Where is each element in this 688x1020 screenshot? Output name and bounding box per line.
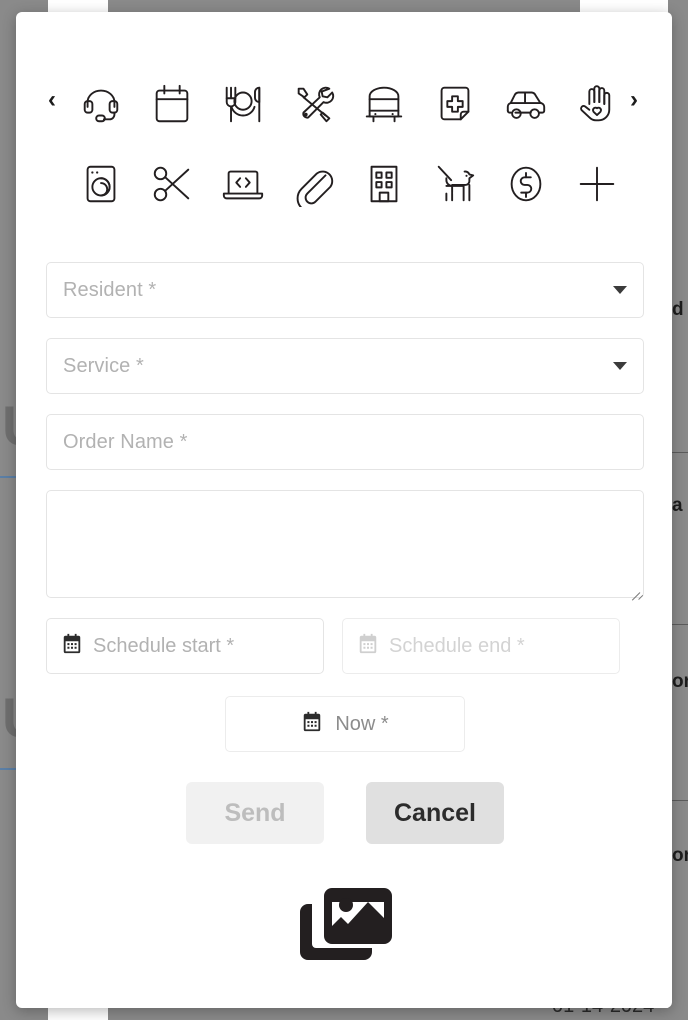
calendar-icon: [61, 633, 83, 660]
carousel-prev-arrow[interactable]: ‹: [38, 80, 66, 120]
schedule-row: Schedule start * Schedule end *: [46, 618, 644, 674]
calendar-icon: [357, 633, 379, 660]
background-rule: [672, 624, 688, 625]
chevron-down-icon[interactable]: [613, 362, 627, 370]
icon-option-medical-document[interactable]: [420, 78, 491, 130]
action-buttons: Send Cancel: [46, 782, 644, 844]
icon-option-building[interactable]: [349, 158, 420, 210]
laptop-code-icon: [220, 161, 266, 207]
icon-option-tools[interactable]: [278, 78, 349, 130]
medical-document-icon: [432, 81, 478, 127]
calendar-icon: [149, 81, 195, 127]
schedule-start-input[interactable]: Schedule start *: [46, 618, 324, 674]
notes-textarea[interactable]: [46, 490, 644, 601]
car-icon: [503, 81, 549, 127]
now-button[interactable]: Now *: [225, 696, 465, 752]
textarea-resize-handle[interactable]: [628, 582, 644, 601]
order-name-input[interactable]: Order Name *: [46, 414, 644, 470]
washing-machine-icon: [78, 161, 124, 207]
now-row: Now *: [46, 696, 644, 752]
now-button-label: Now *: [335, 712, 389, 735]
background-text-fragment: d: [672, 299, 684, 320]
chevron-down-icon[interactable]: [613, 286, 627, 294]
resident-select[interactable]: Resident *: [46, 262, 644, 318]
service-select-placeholder: Service *: [63, 354, 144, 377]
dog-leash-icon: [432, 161, 478, 207]
bus-icon: [361, 81, 407, 127]
background-rule: [672, 800, 688, 801]
icon-option-paperclip[interactable]: [278, 158, 349, 210]
new-order-modal: ‹ › Resident * Service * Order Name * Sc…: [16, 12, 672, 1008]
icon-option-calendar[interactable]: [137, 78, 208, 130]
icon-option-helping-hand[interactable]: [561, 78, 632, 130]
service-icon-carousel: ‹ ›: [16, 12, 672, 207]
icon-grid: [66, 78, 632, 210]
icon-option-plus[interactable]: [561, 158, 632, 210]
cancel-button[interactable]: Cancel: [366, 782, 504, 844]
photo-library-icon[interactable]: [296, 888, 392, 969]
gallery-row: [16, 888, 672, 969]
icon-option-laptop-code[interactable]: [208, 158, 279, 210]
icon-option-scissors[interactable]: [137, 158, 208, 210]
icon-option-bus[interactable]: [349, 78, 420, 130]
icon-option-restaurant[interactable]: [208, 78, 279, 130]
background-text-fragment: on: [672, 845, 688, 866]
icon-option-car[interactable]: [491, 78, 562, 130]
background-text-fragment: a: [672, 495, 683, 516]
background-rule: [672, 452, 688, 453]
plus-icon: [574, 161, 620, 207]
icon-option-headset[interactable]: [66, 78, 137, 130]
scissors-icon: [149, 161, 195, 207]
dollar-circle-icon: [503, 161, 549, 207]
background-text-fragment: on: [672, 671, 688, 692]
headset-icon: [78, 81, 124, 127]
icon-option-washing-machine[interactable]: [66, 158, 137, 210]
restaurant-icon: [220, 81, 266, 127]
send-button[interactable]: Send: [186, 782, 324, 844]
resident-select-placeholder: Resident *: [63, 278, 157, 301]
calendar-icon: [301, 711, 323, 738]
helping-hand-icon: [574, 81, 620, 127]
schedule-start-placeholder: Schedule start *: [93, 634, 235, 657]
order-name-placeholder: Order Name *: [63, 430, 188, 453]
building-icon: [361, 161, 407, 207]
paperclip-icon: [291, 161, 337, 207]
service-select[interactable]: Service *: [46, 338, 644, 394]
icon-option-dog-leash[interactable]: [420, 158, 491, 210]
icon-option-dollar-circle[interactable]: [491, 158, 562, 210]
tools-icon: [291, 81, 337, 127]
schedule-end-input[interactable]: Schedule end *: [342, 618, 620, 674]
schedule-end-placeholder: Schedule end *: [389, 634, 525, 657]
order-form: Resident * Service * Order Name * Schedu…: [46, 262, 644, 844]
